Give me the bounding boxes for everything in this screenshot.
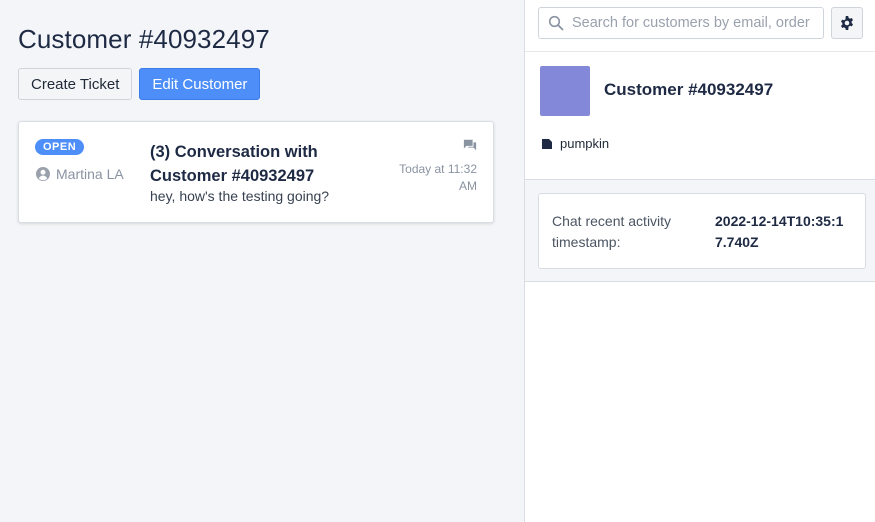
customer-search-input[interactable] xyxy=(572,15,822,31)
action-bar: Create Ticket Edit Customer xyxy=(18,68,261,100)
gear-icon xyxy=(841,16,853,30)
search-icon xyxy=(548,15,564,31)
attribute-card: Chat recent activity timestamp: 2022-12-… xyxy=(538,193,866,269)
customer-profile: Customer #40932497 pumpkin xyxy=(525,52,875,180)
avatar xyxy=(540,66,590,116)
customer-tag[interactable]: pumpkin xyxy=(542,136,609,151)
search-box[interactable] xyxy=(538,7,824,39)
customer-sidebar: Customer #40932497 pumpkin Chat recent a… xyxy=(524,0,875,522)
customer-name: Customer #40932497 xyxy=(604,80,774,99)
conversation-card[interactable]: OPEN Martina LA (3) Conversation with Cu… xyxy=(18,121,494,223)
agent-name: Martina LA xyxy=(56,166,124,182)
create-ticket-button[interactable]: Create Ticket xyxy=(18,68,133,100)
attributes-section: Chat recent activity timestamp: 2022-12-… xyxy=(525,180,875,282)
search-bar xyxy=(525,0,875,52)
tag-icon xyxy=(542,138,552,149)
conversation-title: (3) Conversation with Customer #40932497 xyxy=(150,143,318,185)
tag-label: pumpkin xyxy=(560,136,610,151)
status-badge: OPEN xyxy=(35,139,85,155)
chat-icon xyxy=(463,139,477,151)
main-panel: Customer #40932497 Create Ticket Edit Cu… xyxy=(0,0,524,522)
page-title: Customer #40932497 xyxy=(18,24,270,54)
conversation-timestamp: Today at 11:32 AM xyxy=(399,162,477,193)
edit-customer-button[interactable]: Edit Customer xyxy=(139,68,261,100)
settings-button[interactable] xyxy=(831,7,863,39)
assigned-agent: Martina LA xyxy=(36,166,124,182)
conversation-preview: hey, how's the testing going? xyxy=(150,188,330,204)
attribute-value: 2022-12-14T10:35:17.740Z xyxy=(715,213,844,250)
user-icon xyxy=(36,167,50,181)
attribute-label: Chat recent activity timestamp: xyxy=(552,213,672,250)
